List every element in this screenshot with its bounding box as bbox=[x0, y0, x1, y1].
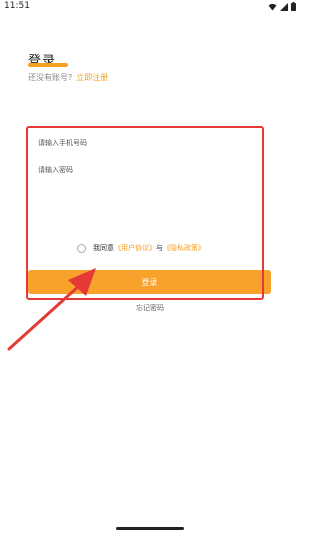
agreement-prefix: 我同意 bbox=[93, 244, 114, 252]
register-prompt: 还没有账号? 立即注册 bbox=[28, 72, 108, 83]
agreement-radio[interactable] bbox=[77, 243, 86, 253]
login-button-label: 登录 bbox=[141, 277, 158, 287]
register-link[interactable]: 立即注册 bbox=[76, 73, 108, 82]
forgot-password-link[interactable]: 忘记密码 bbox=[0, 303, 300, 313]
title-underline bbox=[28, 63, 68, 67]
status-icons bbox=[268, 2, 296, 11]
status-bar: 11:51 bbox=[0, 0, 300, 14]
agreement-joiner: 与 bbox=[156, 244, 163, 252]
user-agreement-link[interactable]: 《用户协议》 bbox=[114, 243, 156, 253]
privacy-policy-link[interactable]: 《隐私政策》 bbox=[163, 243, 205, 253]
password-input[interactable] bbox=[38, 163, 238, 177]
signal-icon bbox=[280, 2, 288, 11]
login-button[interactable]: 登录 bbox=[28, 270, 271, 294]
phone-input[interactable] bbox=[38, 136, 238, 150]
status-time: 11:51 bbox=[4, 1, 30, 11]
agreement-row: 我同意 《用户协议》 与 《隐私政策》 bbox=[77, 243, 205, 253]
home-indicator bbox=[116, 527, 184, 530]
no-account-text: 还没有账号? bbox=[28, 73, 73, 82]
wifi-icon bbox=[268, 3, 277, 10]
battery-icon bbox=[291, 2, 296, 11]
